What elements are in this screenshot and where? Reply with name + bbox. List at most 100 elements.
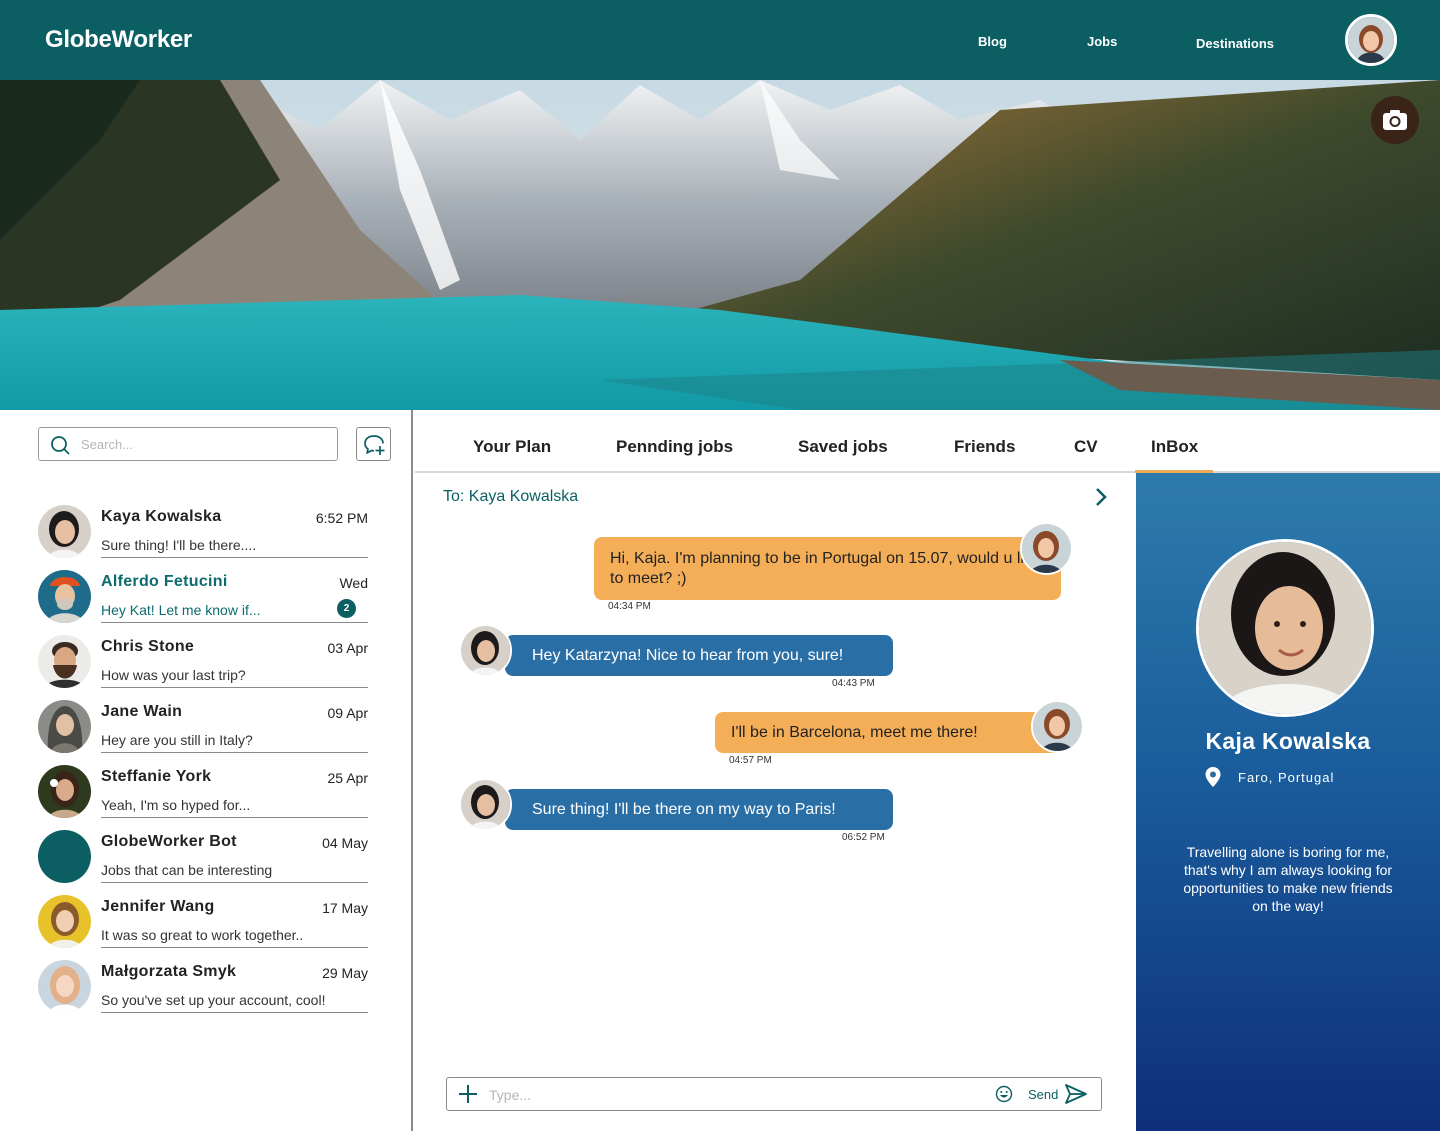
message-bubble-incoming: Hey Katarzyna! Nice to hear from you, su… [505,635,893,676]
message-preview: Yeah, I'm so hyped for... [101,797,251,813]
search-input[interactable] [81,434,321,454]
message-input[interactable] [489,1085,979,1105]
message-composer: Send [446,1077,1102,1111]
tab-friends[interactable]: Friends [954,437,1015,457]
tab-your-plan[interactable]: Your Plan [473,437,551,457]
message-bubble-outgoing: Hi, Kaja. I'm planning to be in Portugal… [594,537,1061,600]
bot-avatar [38,830,91,883]
message-time: 03 Apr [327,640,368,656]
divider [101,817,368,818]
divider [101,557,368,558]
tab-inbox[interactable]: InBox [1134,437,1214,474]
send-button[interactable]: Send [1028,1081,1088,1107]
conversation-list-panel: Kaya Kowalska 6:52 PM Sure thing! I'll b… [0,410,413,1131]
contact-profile-panel: Kaja Kowalska Faro, Portugal Travelling … [1136,473,1440,1131]
message-preview: Jobs that can be interesting [101,862,273,878]
divider [101,947,368,948]
message-time: 09 Apr [327,705,368,721]
avatar [38,505,91,558]
conversation-item[interactable]: Jennifer Wang 17 May It was so great to … [38,895,368,960]
avatar [38,700,91,753]
contact-avatar [459,778,512,831]
avatar [38,765,91,818]
contact-name: Steffanie York [101,768,212,785]
camera-icon [1383,110,1407,130]
message-time: 17 May [322,900,368,916]
contact-name: Jane Wain [101,703,183,720]
search-box[interactable] [38,427,338,461]
divider [101,1012,368,1013]
message-time: 29 May [322,965,368,981]
cover-photo [0,80,1440,410]
contact-name: Alferdo Fetucini [101,573,228,590]
emoji-icon[interactable] [995,1085,1013,1103]
nav-link-destinations[interactable]: Destinations [1196,36,1274,51]
avatar [38,570,91,623]
change-cover-button[interactable] [1371,96,1419,144]
profile-location: Faro, Portugal [1204,766,1334,788]
plus-icon[interactable] [458,1084,478,1104]
avatar [38,960,91,1013]
message-time: 04 May [322,835,368,851]
message-preview: It was so great to work together.. [101,927,304,943]
profile-avatar [1196,539,1374,717]
divider [101,882,368,883]
message-preview: Sure thing! I'll be there.... [101,537,257,553]
user-avatar[interactable] [1345,14,1397,66]
message-time: 06:52 PM [842,832,885,843]
location-pin-icon [1205,767,1221,787]
message-text: Sure thing! I'll be there on my way to P… [532,800,836,818]
contact-name: Chris Stone [101,638,195,655]
message-time: 04:43 PM [832,678,875,689]
message-preview: Hey are you still in Italy? [101,732,253,748]
sender-avatar [1020,522,1073,575]
conversation-item[interactable]: GlobeWorker Bot 04 May Jobs that can be … [38,830,368,895]
contact-name: Małgorzata Smyk [101,963,237,980]
chevron-right-icon[interactable] [1093,486,1109,508]
profile-name: Kaja Kowalska [1205,728,1371,754]
contact-avatar [459,624,512,677]
message-time: Wed [339,575,368,591]
conversation-item[interactable]: Alferdo Fetucini Wed Hey Kat! Let me kno… [38,570,368,635]
message-time: 6:52 PM [315,510,368,526]
top-navigation-bar: GlobeWorker Blog Jobs Destinations [0,0,1440,80]
message-text: I'll be in Barcelona, meet me there! [731,723,978,741]
app-logo[interactable]: GlobeWorker [45,26,192,54]
divider [101,752,368,753]
contact-name: GlobeWorker Bot [101,833,237,850]
tab-cv[interactable]: CV [1074,437,1098,457]
contact-name: Jennifer Wang [101,898,215,915]
chat-window: To: Kaya Kowalska Hi, Kaja. I'm planning… [415,473,1136,1131]
conversation-item[interactable]: Jane Wain 09 Apr Hey are you still in It… [38,700,368,765]
message-text: Hi, Kaja. I'm planning to be in Portugal… [610,549,1041,587]
nav-link-jobs[interactable]: Jobs [1087,34,1117,49]
profile-bio: Travelling alone is boring for me, that'… [1183,844,1393,914]
divider [101,622,368,623]
chat-recipient: To: Kaya Kowalska [443,488,579,505]
tab-pending-jobs[interactable]: Pennding jobs [616,437,733,457]
message-bubble-incoming: Sure thing! I'll be there on my way to P… [505,789,893,830]
conversation-item[interactable]: Małgorzata Smyk 29 May So you've set up … [38,960,368,1025]
avatar [38,895,91,948]
nav-link-blog[interactable]: Blog [978,34,1007,49]
send-label: Send [1028,1086,1059,1102]
tab-saved-jobs[interactable]: Saved jobs [798,437,888,457]
send-icon [1065,1084,1088,1104]
message-time: 25 Apr [327,770,368,786]
new-chat-icon [364,435,385,455]
new-chat-button[interactable] [356,427,391,461]
conversation-item[interactable]: Kaya Kowalska 6:52 PM Sure thing! I'll b… [38,505,368,570]
message-text: Hey Katarzyna! Nice to hear from you, su… [532,646,844,664]
profile-tabs: Your Plan Pennding jobs Saved jobs Frien… [415,410,1440,474]
contact-name: Kaya Kowalska [101,508,222,525]
divider [101,687,368,688]
message-time: 04:34 PM [608,601,651,612]
conversation-item[interactable]: Chris Stone 03 Apr How was your last tri… [38,635,368,700]
location-text: Faro, Portugal [1238,769,1335,785]
message-time: 04:57 PM [729,755,772,766]
avatar [38,635,91,688]
message-bubble-outgoing: I'll be in Barcelona, meet me there! [715,712,1065,753]
sender-avatar [1031,700,1084,753]
message-preview: Hey Kat! Let me know if... [101,602,261,618]
conversation-item[interactable]: Steffanie York 25 Apr Yeah, I'm so hyped… [38,765,368,830]
